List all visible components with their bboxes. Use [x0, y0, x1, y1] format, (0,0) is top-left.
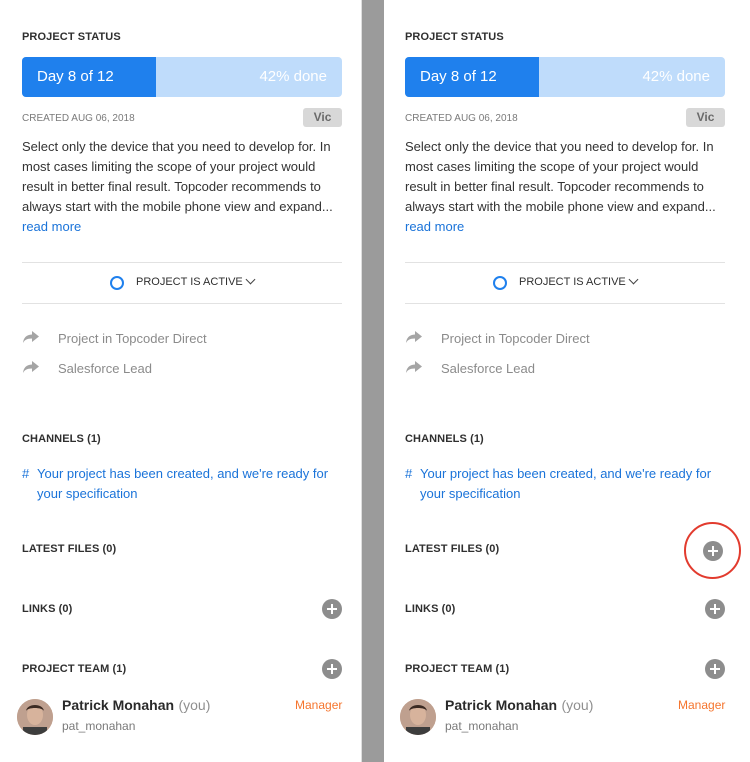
description-line: Select only the device that you need to …: [22, 139, 331, 154]
member-handle: pat_monahan: [62, 719, 136, 733]
read-more-link[interactable]: read more: [405, 217, 464, 237]
description-line: always start with the mobile phone view …: [22, 199, 333, 214]
channel-text-line: Your project has been created, and we're…: [37, 466, 329, 481]
project-status-dropdown[interactable]: PROJECT IS ACTIVE: [493, 274, 643, 291]
progress-done-label: 42% done: [259, 68, 327, 85]
project-description: Select only the device that you need to …: [405, 137, 725, 217]
add-team-member-button[interactable]: [322, 659, 342, 679]
external-link-label: Project in Topcoder Direct: [441, 331, 590, 346]
channel-text-line: your specification: [37, 486, 138, 501]
progress-day-label: Day 8 of 12: [37, 68, 114, 85]
project-sidebar-left: PROJECT STATUS Day 8 of 12 42% done CREA…: [0, 0, 362, 762]
member-role: Manager: [678, 698, 726, 712]
share-arrow-icon: [23, 361, 39, 373]
project-status-label: PROJECT IS ACTIVE: [519, 276, 626, 288]
add-link-button[interactable]: [322, 599, 342, 619]
project-team-title: PROJECT TEAM (1): [22, 663, 127, 675]
avatar-face-icon: [17, 699, 53, 735]
share-arrow-icon: [23, 331, 39, 343]
progress-done-label: 42% done: [642, 68, 710, 85]
chevron-down-icon: [628, 274, 639, 285]
project-description: Select only the device that you need to …: [22, 137, 342, 217]
member-you-tag: (you): [178, 697, 211, 713]
channels-title: CHANNELS (1): [405, 433, 484, 445]
description-line: result in better final result. Topcoder …: [405, 179, 704, 194]
project-status-title: PROJECT STATUS: [405, 31, 504, 43]
latest-files-title: LATEST FILES (0): [22, 543, 117, 555]
share-arrow-icon: [406, 361, 422, 373]
external-link-label: Salesforce Lead: [58, 361, 152, 376]
links-title: LINKS (0): [22, 603, 73, 615]
project-status-title: PROJECT STATUS: [22, 31, 121, 43]
member-you-tag: (you): [561, 697, 594, 713]
divider: [405, 303, 725, 304]
divider: [22, 262, 342, 263]
external-link-topcoder-direct[interactable]: Project in Topcoder Direct: [22, 330, 222, 348]
read-more-link[interactable]: read more: [22, 217, 81, 237]
status-circle-icon: [110, 276, 124, 290]
divider: [405, 262, 725, 263]
channels-title: CHANNELS (1): [22, 433, 101, 445]
created-date: CREATED AUG 06, 2018: [405, 113, 518, 124]
description-line: Select only the device that you need to …: [405, 139, 714, 154]
add-link-button[interactable]: [705, 599, 725, 619]
member-role: Manager: [295, 698, 343, 712]
member-name: Patrick Monahan: [445, 697, 558, 713]
divider: [22, 303, 342, 304]
channel-item[interactable]: Your project has been created, and we're…: [420, 464, 720, 504]
external-link-label: Salesforce Lead: [441, 361, 535, 376]
project-sidebar-right: PROJECT STATUS Day 8 of 12 42% done CREA…: [384, 0, 750, 762]
latest-files-title: LATEST FILES (0): [405, 543, 500, 555]
description-line: result in better final result. Topcoder …: [22, 179, 321, 194]
avatar-face-icon: [400, 699, 436, 735]
project-status-label: PROJECT IS ACTIVE: [136, 276, 243, 288]
links-title: LINKS (0): [405, 603, 456, 615]
channel-text-line: Your project has been created, and we're…: [420, 466, 712, 481]
description-line: always start with the mobile phone view …: [405, 199, 716, 214]
external-link-salesforce-lead[interactable]: Salesforce Lead: [22, 360, 222, 378]
description-line: most cases limiting the scope of your pr…: [22, 159, 316, 174]
share-arrow-icon: [406, 331, 422, 343]
external-link-salesforce-lead[interactable]: Salesforce Lead: [405, 360, 605, 378]
external-link-label: Project in Topcoder Direct: [58, 331, 207, 346]
owner-badge: Vic: [303, 108, 342, 127]
team-member[interactable]: Patrick Monahan (you): [62, 697, 210, 715]
highlight-circle: [684, 522, 741, 579]
progress-day-label: Day 8 of 12: [420, 68, 497, 85]
project-status-dropdown[interactable]: PROJECT IS ACTIVE: [110, 274, 260, 291]
avatar: [17, 699, 53, 735]
team-member[interactable]: Patrick Monahan (you): [445, 697, 593, 715]
channel-hash-icon: #: [405, 466, 413, 481]
channel-hash-icon: #: [22, 466, 30, 481]
description-line: most cases limiting the scope of your pr…: [405, 159, 699, 174]
progress-bar: Day 8 of 12 42% done: [405, 57, 725, 97]
external-link-topcoder-direct[interactable]: Project in Topcoder Direct: [405, 330, 605, 348]
owner-badge: Vic: [686, 108, 725, 127]
member-name: Patrick Monahan: [62, 697, 175, 713]
member-handle: pat_monahan: [445, 719, 519, 733]
chevron-down-icon: [245, 274, 256, 285]
channel-text-line: your specification: [420, 486, 521, 501]
status-circle-icon: [493, 276, 507, 290]
channel-item[interactable]: Your project has been created, and we're…: [37, 464, 337, 504]
avatar: [400, 699, 436, 735]
project-team-title: PROJECT TEAM (1): [405, 663, 510, 675]
created-date: CREATED AUG 06, 2018: [22, 113, 135, 124]
add-team-member-button[interactable]: [705, 659, 725, 679]
progress-bar: Day 8 of 12 42% done: [22, 57, 342, 97]
